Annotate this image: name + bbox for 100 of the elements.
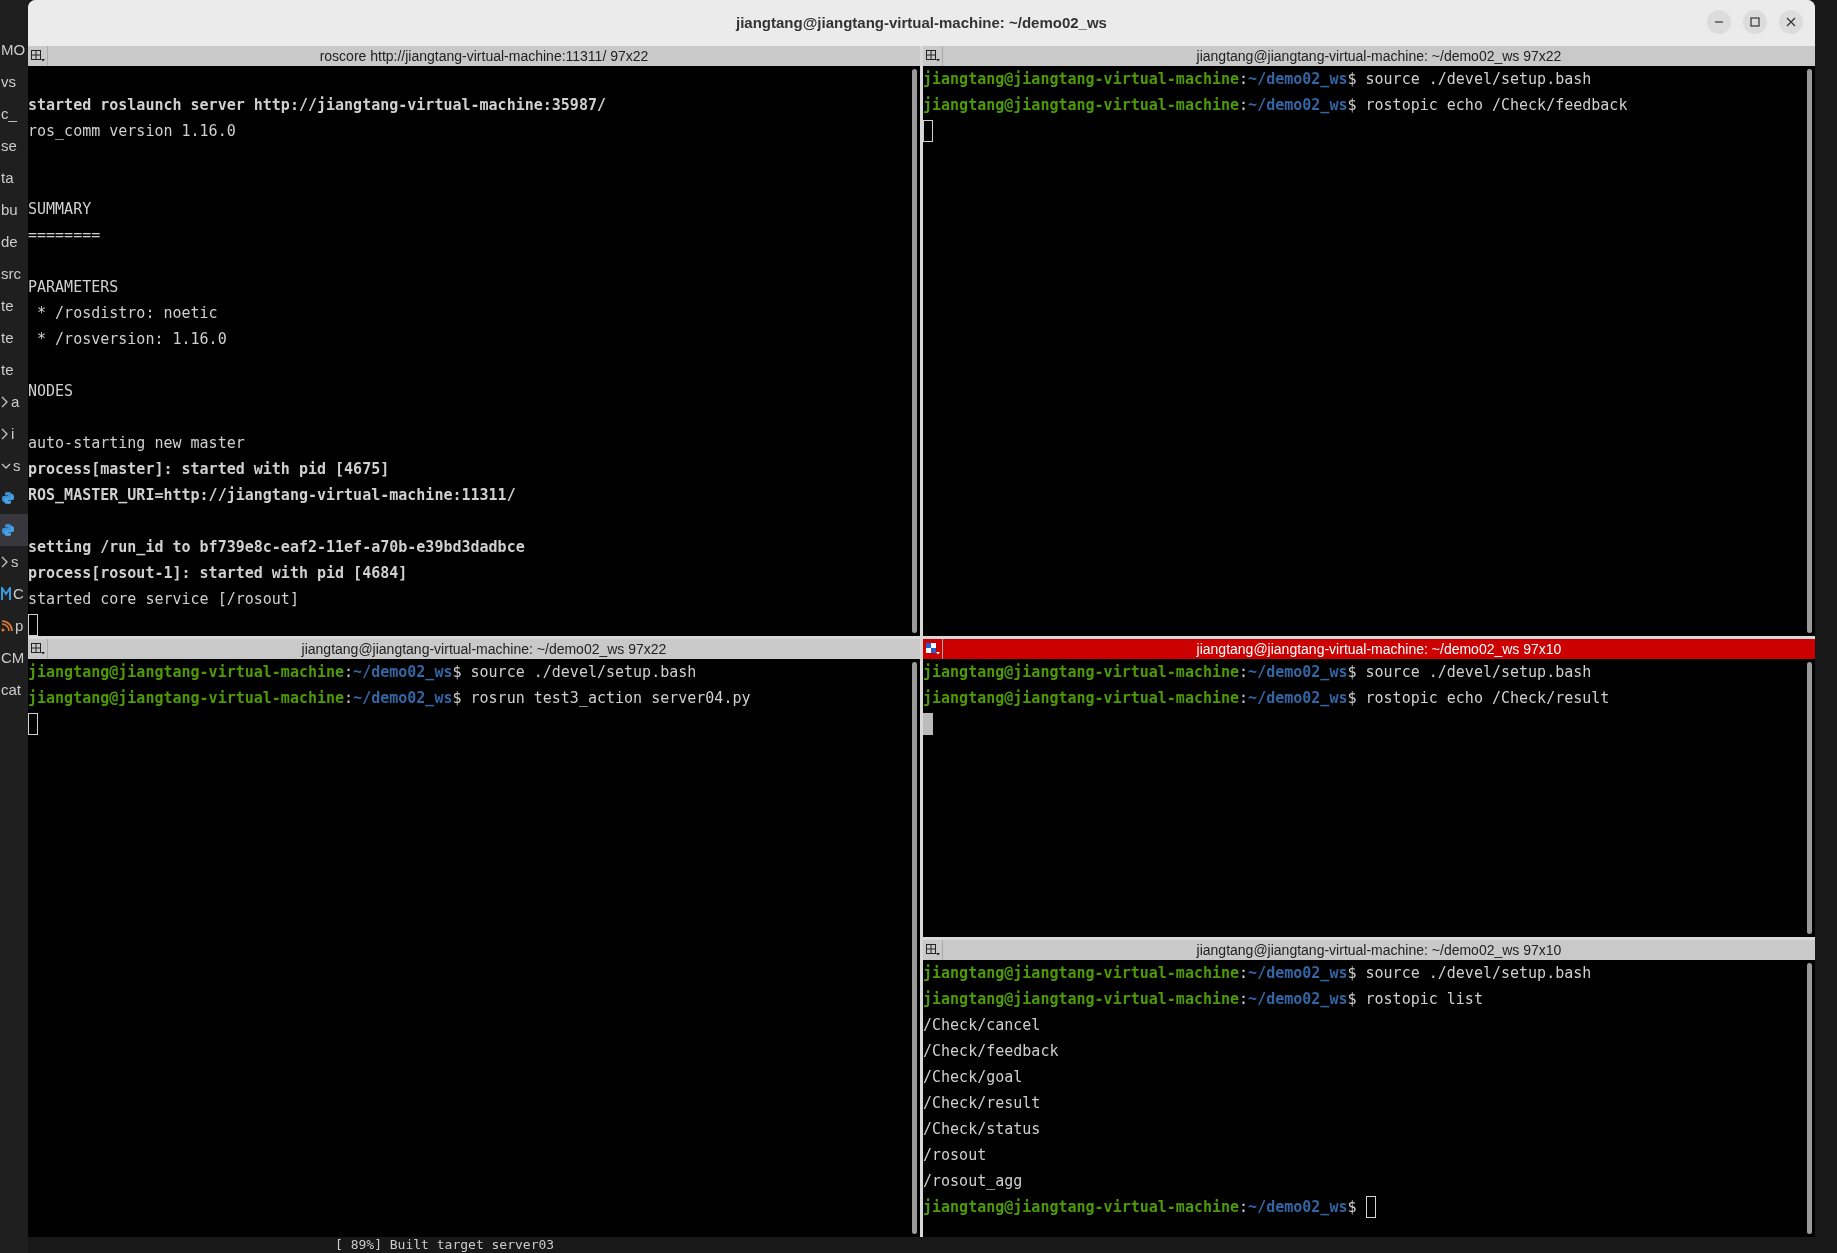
explorer-item[interactable]: MO xyxy=(0,34,28,66)
output-line: /Check/cancel xyxy=(923,1015,1041,1036)
prompt-path: ~/demo02_ws xyxy=(353,662,453,683)
explorer-item[interactable]: vs xyxy=(0,66,28,98)
explorer-item[interactable]: src xyxy=(0,258,28,290)
output-line: /Check/feedback xyxy=(923,1041,1059,1062)
close-icon xyxy=(1786,17,1796,27)
explorer-item[interactable]: se xyxy=(0,130,28,162)
text-cursor xyxy=(28,713,38,735)
explorer-item[interactable]: C xyxy=(0,578,28,610)
grid-icon[interactable] xyxy=(924,49,941,63)
output-line: /rosout xyxy=(923,1145,987,1166)
prompt-path: ~/demo02_ws xyxy=(1248,989,1348,1010)
prompt-path: ~/demo02_ws xyxy=(1248,1197,1348,1218)
explorer-item[interactable]: ta xyxy=(0,162,28,194)
pane-title: jiangtang@jiangtang-virtual-machine: ~/demo02_ws 97x10 xyxy=(1195,941,1563,960)
output-line: process[rosout-1]: started with pid [4684] xyxy=(28,563,408,584)
output-line: /Check/status xyxy=(923,1119,1041,1140)
maximize-button[interactable] xyxy=(1743,10,1767,34)
prompt-separator: : xyxy=(344,662,354,683)
prompt-user: jiangtang@jiangtang-virtual-machine xyxy=(923,69,1240,90)
window-title: jiangtang@jiangtang-virtual-machine: ~/demo02_ws xyxy=(736,12,1107,33)
grid-icon[interactable] xyxy=(29,49,46,63)
scrollbar[interactable] xyxy=(1806,963,1812,1234)
output-line: ======== xyxy=(28,225,101,246)
explorer-item[interactable]: te xyxy=(0,290,28,322)
output-line: NODES xyxy=(28,381,74,402)
explorer-item[interactable]: CM xyxy=(0,642,28,674)
prompt-separator: : xyxy=(1239,688,1249,709)
command-text: $ source ./devel/setup.bash xyxy=(1347,662,1592,683)
grid-icon[interactable] xyxy=(924,642,941,656)
pane-title: roscore http://jiangtang-virtual-machine:11311/ 97x22 xyxy=(318,47,650,66)
explorer-item[interactable]: bu xyxy=(0,194,28,226)
prompt-user: jiangtang@jiangtang-virtual-machine xyxy=(923,662,1240,683)
explorer-item[interactable]: te xyxy=(0,354,28,386)
output-line: * /rosversion: 1.16.0 xyxy=(36,329,227,350)
command-text: $ rostopic echo /Check/feedback xyxy=(1347,95,1628,116)
scrollbar[interactable] xyxy=(911,69,917,633)
chevron-right-icon xyxy=(1,396,9,408)
prompt-path: ~/demo02_ws xyxy=(1248,662,1348,683)
output-line: * /rosdistro: noetic xyxy=(36,303,218,324)
explorer-item[interactable]: c_ xyxy=(0,98,28,130)
python-icon xyxy=(1,523,15,537)
prompt-path: ~/demo02_ws xyxy=(1248,688,1348,709)
scrollbar[interactable] xyxy=(911,662,917,1234)
text-cursor xyxy=(923,713,933,735)
grid-icon[interactable] xyxy=(924,943,941,957)
chevron-right-icon xyxy=(1,556,9,568)
output-line: /Check/goal xyxy=(923,1067,1023,1088)
explorer-item[interactable]: p xyxy=(0,610,28,642)
prompt-separator: : xyxy=(1239,1197,1249,1218)
pane-title: jiangtang@jiangtang-virtual-machine: ~/demo02_ws 97x22 xyxy=(300,640,668,659)
prompt-separator: : xyxy=(1239,69,1249,90)
output-line: /rosout_agg xyxy=(923,1171,1023,1192)
explorer-item[interactable]: te xyxy=(0,322,28,354)
output-line: ROS_MASTER_URI=http://jiangtang-virtual-machine:11311/ xyxy=(28,485,516,506)
explorer-item[interactable]: de xyxy=(0,226,28,258)
build-output: [ 89%] Built target server03 xyxy=(335,1237,555,1253)
text-cursor xyxy=(923,120,933,142)
command-text: $ rostopic echo /Check/result xyxy=(1347,688,1610,709)
prompt-separator: : xyxy=(344,688,354,709)
explorer-item[interactable]: s xyxy=(0,450,28,482)
prompt-path: ~/demo02_ws xyxy=(1248,963,1348,984)
prompt-user: jiangtang@jiangtang-virtual-machine xyxy=(923,688,1240,709)
chevron-right-icon xyxy=(1,428,9,440)
output-line: process[master]: started with pid [4675] xyxy=(28,459,390,480)
prompt-user: jiangtang@jiangtang-virtual-machine xyxy=(923,989,1240,1010)
prompt-separator: : xyxy=(1239,95,1249,116)
explorer-item[interactable] xyxy=(0,514,28,546)
m-icon xyxy=(1,587,11,601)
command-text: $ xyxy=(1347,1197,1358,1218)
output-line: setting /run_id to bf739e8c-eaf2-11ef-a70b-e39bd3dadbce xyxy=(28,537,525,558)
output-line: SUMMARY xyxy=(28,199,92,220)
command-text: $ source ./devel/setup.bash xyxy=(1347,69,1592,90)
output-line: /Check/result xyxy=(923,1093,1041,1114)
grid-icon[interactable] xyxy=(29,642,46,656)
command-text: $ source ./devel/setup.bash xyxy=(1347,963,1592,984)
prompt-separator: : xyxy=(1239,989,1249,1010)
chevron-down-icon xyxy=(1,462,11,470)
pane-title: jiangtang@jiangtang-virtual-machine: ~/demo02_ws 97x10 xyxy=(1195,640,1563,659)
output-line: started roslaunch server http://jiangtang-virtual-machine:35987/ xyxy=(28,95,606,116)
minimize-icon xyxy=(1714,21,1724,23)
prompt-path: ~/demo02_ws xyxy=(1248,69,1348,90)
scrollbar[interactable] xyxy=(1806,69,1812,633)
explorer-item[interactable]: i xyxy=(0,418,28,450)
output-line: auto-starting new master xyxy=(28,433,245,454)
prompt-user: jiangtang@jiangtang-virtual-machine xyxy=(923,95,1240,116)
prompt-path: ~/demo02_ws xyxy=(1248,95,1348,116)
output-line: started core service [/rosout] xyxy=(28,589,299,610)
explorer-item[interactable]: cat xyxy=(0,674,28,706)
prompt-user: jiangtang@jiangtang-virtual-machine xyxy=(28,662,345,683)
close-button[interactable] xyxy=(1779,10,1803,34)
explorer-item[interactable]: a xyxy=(0,386,28,418)
minimize-button[interactable] xyxy=(1707,10,1731,34)
explorer-item[interactable]: s xyxy=(0,546,28,578)
prompt-user: jiangtang@jiangtang-virtual-machine xyxy=(28,688,345,709)
scrollbar[interactable] xyxy=(1806,662,1812,934)
maximize-icon xyxy=(1750,17,1760,27)
prompt-separator: : xyxy=(1239,963,1249,984)
rss-icon xyxy=(1,620,13,632)
